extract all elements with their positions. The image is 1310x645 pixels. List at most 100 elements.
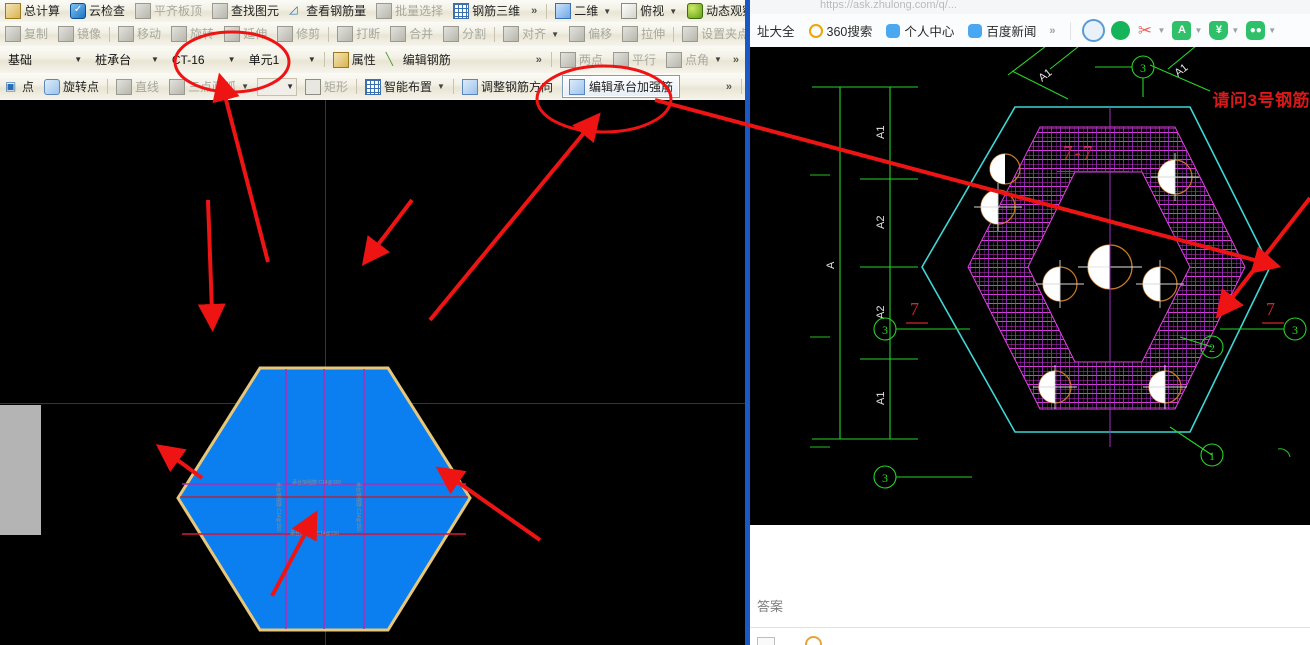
toolbar-button-rotate-point[interactable]: 旋转点	[39, 77, 104, 96]
toolbar-button-copy[interactable]: 复制	[0, 25, 53, 44]
chevron-down-icon[interactable]: ▼	[241, 82, 249, 91]
toolbar-button-top-view[interactable]: 俯视 ▼	[616, 2, 682, 21]
toolbar-button-dynamic-observe[interactable]: 动态观察	[682, 2, 745, 21]
toolbar-button-find-element[interactable]: 查找图元	[207, 2, 284, 21]
bookmark-site-directory[interactable]: 址大全	[750, 21, 802, 40]
combo-category[interactable]: 基础 ▼	[3, 51, 84, 69]
adjust-rebar-direction-icon	[461, 78, 478, 95]
chevron-down-icon[interactable]: ▼	[437, 82, 445, 91]
chevron-down-icon[interactable]: ▼	[1268, 26, 1276, 35]
chevron-down-icon[interactable]: ▼	[714, 55, 722, 64]
combo-component-code[interactable]: CT-16 ▼	[167, 51, 238, 69]
toolbar-label: 矩形	[323, 79, 348, 94]
toolbar-button-rectangle[interactable]: 矩形	[300, 77, 353, 96]
toolbar-button-split[interactable]: 分割	[438, 25, 491, 44]
toolbar-button-extend[interactable]: 延伸	[219, 25, 272, 44]
chevron-down-icon[interactable]: ▼	[68, 55, 82, 64]
toolbar-button-2d-view[interactable]: 二维 ▼	[550, 2, 616, 21]
cad-drawing-canvas[interactable]: 承台加强筋 C14@150 承台加强筋 C14@150 承台加强筋 C14@15…	[0, 100, 745, 645]
toolbar-separator	[1069, 21, 1071, 40]
combo-value: 单元1	[248, 53, 280, 67]
toolbar-separator	[107, 79, 109, 94]
bookmarks-overflow-chevron[interactable]: »	[1043, 25, 1061, 37]
bookmark-label: 百度新闻	[986, 25, 1037, 39]
toolbar-button-trim[interactable]: 修剪	[272, 25, 325, 44]
toolbar-button-set-grip[interactable]: 设置夹点	[677, 25, 745, 44]
translate-icon[interactable]: A	[1172, 21, 1192, 40]
bookmark-360-search[interactable]: 360搜索	[802, 21, 880, 40]
chevron-down-icon[interactable]: ▼	[1231, 26, 1239, 35]
toolbar-button-line[interactable]: 直线	[111, 77, 164, 96]
toolbar-button-offset[interactable]: 偏移	[564, 25, 617, 44]
chevron-down-icon[interactable]: ▼	[222, 55, 236, 64]
screenshot-scissors-icon[interactable]: ✂	[1136, 21, 1155, 40]
dim-label-a1-left: A1	[1036, 67, 1054, 85]
toolbar-button-align[interactable]: 对齐 ▼	[498, 25, 564, 44]
toolbar-button-rebar-3d[interactable]: 钢筋三维	[448, 2, 525, 21]
toolbar-overflow-chevron-5[interactable]: »	[720, 81, 738, 93]
browser-address-bar-row[interactable]: https://ask.zhulong.com/q/...	[750, 0, 1310, 15]
baidu-paw-icon	[968, 23, 983, 38]
toolbar-overflow-chevron-1[interactable]: »	[525, 5, 543, 17]
combo-value: 基础	[8, 53, 33, 67]
toolbar-button-edit-rebar[interactable]: ╲ 编辑钢筋	[381, 50, 456, 69]
rotate-point-icon	[44, 78, 61, 95]
toolbar-label: 修剪	[296, 27, 321, 41]
toolbar-button-move[interactable]: 移动	[113, 25, 166, 44]
toolbar-button-align-slab-top[interactable]: 平齐板顶	[130, 2, 207, 21]
toolbar-button-view-rebar-qty[interactable]: ◿ 查看钢筋量	[284, 2, 371, 21]
game-center-icon[interactable]: ●●	[1246, 21, 1266, 40]
dim-label-a1-bot: A1	[875, 392, 887, 405]
toolbar-button-rotate[interactable]: 旋转	[166, 25, 219, 44]
chevron-down-icon[interactable]: ▼	[603, 7, 611, 16]
toolbar-button-edit-cap-stiffener[interactable]: 编辑承台加强筋	[561, 75, 680, 98]
toolbar-separator	[356, 79, 357, 94]
toolbar-button-stretch[interactable]: 拉伸	[617, 25, 670, 44]
chevron-down-icon[interactable]: ▼	[145, 55, 159, 64]
section-mark-right: 7	[1266, 299, 1275, 319]
combo-component-type[interactable]: 桩承台 ▼	[90, 51, 161, 69]
shopping-assistant-icon[interactable]: ¥	[1209, 21, 1229, 40]
hexagon-pile-cap-element[interactable]: 承台加强筋 C14@150 承台加强筋 C14@150 承台加强筋 C14@15…	[176, 366, 472, 632]
toolbar-label: 编辑钢筋	[402, 52, 451, 67]
toolbar-button-two-point[interactable]: 两点	[555, 50, 608, 69]
toolbar-overflow-chevron-4[interactable]: »	[727, 54, 745, 66]
address-bar-text[interactable]: https://ask.zhulong.com/q/...	[820, 0, 957, 11]
toolbar-label: 延伸	[243, 27, 268, 41]
toolbar-button-smart-layout[interactable]: 智能布置 ▼	[360, 77, 450, 96]
reader-mode-icon[interactable]	[1110, 21, 1130, 40]
toolbar-button-cloud-check[interactable]: ✓ 云检查	[65, 2, 130, 21]
toolbar-separator	[328, 26, 330, 42]
rebar-quantity-icon: ◿	[289, 4, 298, 16]
toolbar-button-merge[interactable]: 合并	[385, 25, 438, 44]
toolbar-button-point-angle[interactable]: 点角 ▼	[661, 50, 727, 69]
bookmark-personal-center[interactable]: 个人中心	[879, 21, 961, 40]
combo-unit[interactable]: 单元1 ▼	[244, 51, 318, 69]
toolbar-button-point[interactable]: ▣ 点	[0, 77, 39, 96]
chevron-down-icon[interactable]: ▼	[1194, 26, 1202, 35]
toolbar-button-mirror[interactable]: 镜像	[53, 25, 106, 44]
toolbar-button-parallel[interactable]: 平行	[608, 50, 661, 69]
toolbar-label: 两点	[578, 52, 603, 67]
toolbar-button-adjust-rebar-direction[interactable]: 调整钢筋方向	[457, 77, 558, 96]
chevron-down-icon[interactable]: ▼	[1158, 26, 1166, 35]
chevron-down-icon[interactable]: ▼	[669, 7, 677, 16]
toolbar-label: 设置夹点	[701, 27, 745, 41]
answer-checkbox[interactable]	[757, 637, 775, 645]
bookmark-baidu-news[interactable]: 百度新闻	[961, 21, 1043, 40]
toolbar-separator	[546, 3, 548, 19]
bookmark-label: 360搜索	[826, 25, 873, 39]
toolbar-button-total-calc[interactable]: 总计算	[0, 2, 65, 21]
toolbar-button-properties[interactable]: 属性	[328, 50, 381, 69]
toolbar-button-three-point-arc[interactable]: 三点画弧 ▼	[164, 77, 254, 96]
toolbar-button-break[interactable]: 打断	[332, 25, 385, 44]
answer-divider	[750, 627, 1310, 628]
toolbar-button-batch-select[interactable]: 批量选择	[371, 2, 448, 21]
chevron-down-icon[interactable]: ▼	[280, 82, 294, 91]
chevron-down-icon[interactable]: ▼	[302, 55, 316, 64]
adblock-icon[interactable]	[1081, 19, 1105, 42]
combo-arc-mode[interactable]: ▼	[256, 77, 297, 96]
toolbar-overflow-chevron-3[interactable]: »	[530, 54, 548, 66]
toolbar-label: 二维	[574, 4, 599, 18]
chevron-down-icon[interactable]: ▼	[551, 30, 559, 39]
